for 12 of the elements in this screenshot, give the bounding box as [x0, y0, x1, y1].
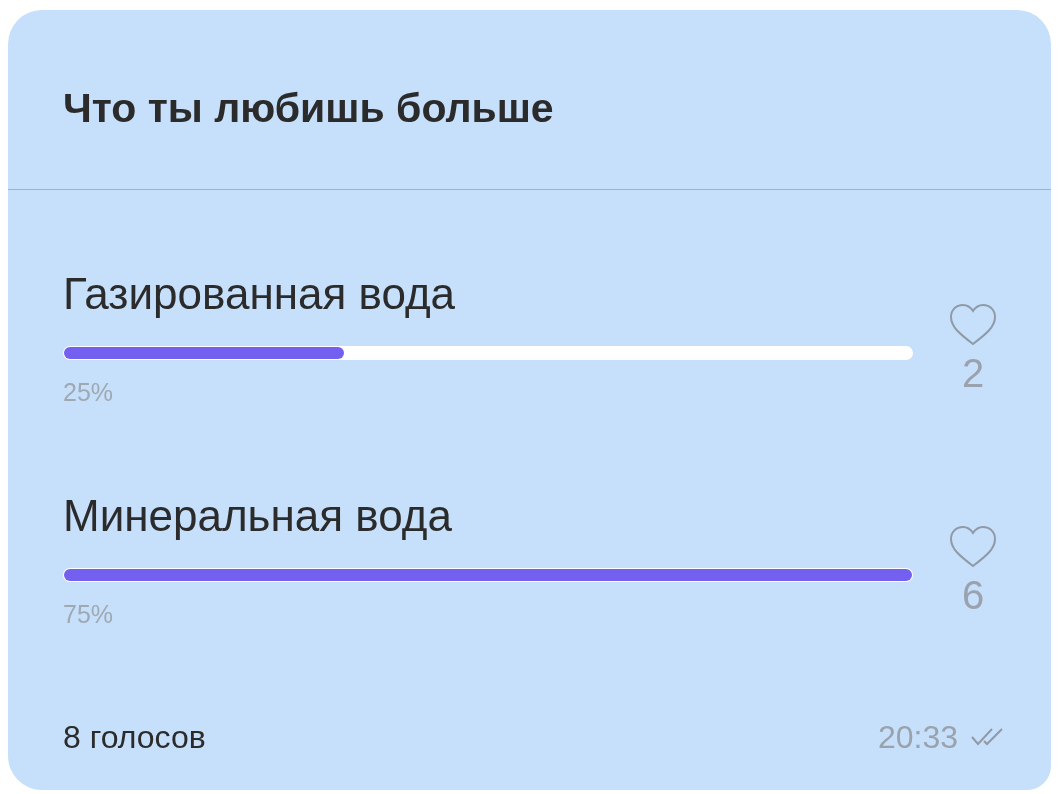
percent-label: 25%	[63, 377, 115, 408]
message-time: 20:33	[877, 718, 958, 757]
heart-icon[interactable]	[948, 303, 998, 347]
like-count: 6	[961, 574, 985, 615]
percent-label: 75%	[63, 598, 115, 630]
vote-count: 8 голосов	[63, 718, 206, 757]
option-label[interactable]: Газированная вода	[63, 270, 913, 316]
double-check-icon	[970, 726, 1006, 748]
heart-icon[interactable]	[948, 524, 998, 569]
poll-question: Что ты любишь больше	[8, 10, 1051, 190]
option-label[interactable]: Минеральная вода	[63, 491, 913, 538]
like-count: 2	[961, 353, 985, 393]
